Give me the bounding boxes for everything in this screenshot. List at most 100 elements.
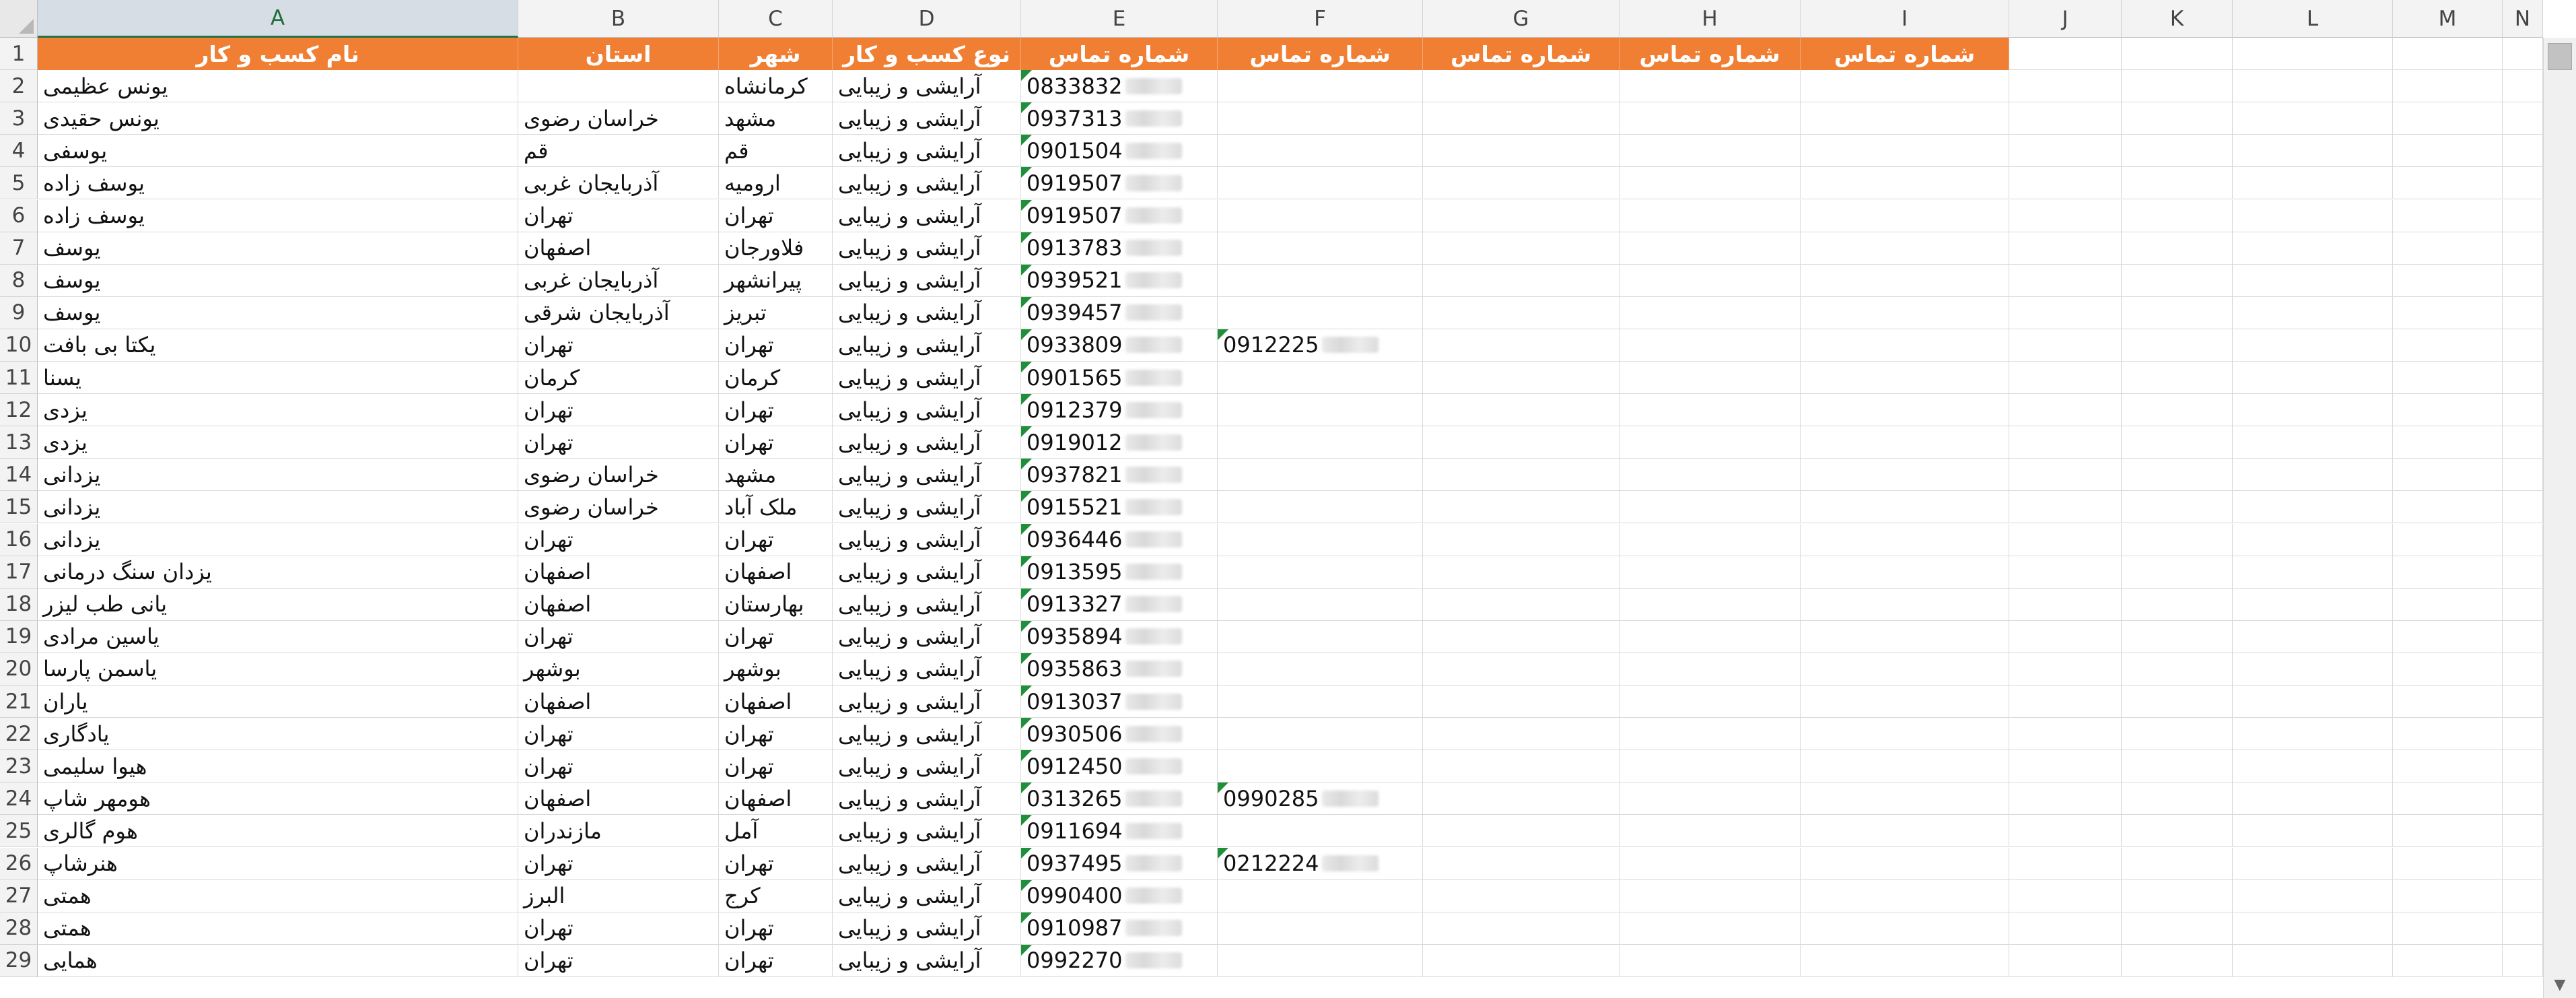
- grid-cell[interactable]: [1801, 102, 2009, 135]
- grid-cell[interactable]: [2393, 588, 2503, 621]
- cell-business-name[interactable]: یونس عظیمی: [38, 70, 518, 103]
- grid-cell[interactable]: [1423, 783, 1620, 816]
- grid-cell[interactable]: [2233, 264, 2393, 297]
- cell-phone[interactable]: 0901565: [1021, 362, 1218, 395]
- grid-cell[interactable]: [1620, 815, 1801, 848]
- grid-cell[interactable]: [2122, 783, 2233, 816]
- header-cell-city[interactable]: شهر: [719, 38, 833, 71]
- cell-province[interactable]: خراسان رضوی: [518, 491, 719, 524]
- grid-cell[interactable]: [2503, 944, 2543, 977]
- grid-cell[interactable]: [2122, 815, 2233, 848]
- header-cell-name[interactable]: نام کسب و کار: [38, 38, 518, 71]
- column-header-f[interactable]: F: [1218, 0, 1423, 38]
- column-header-m[interactable]: M: [2393, 0, 2503, 38]
- cell-phone-2[interactable]: [1218, 135, 1423, 168]
- grid-cell[interactable]: [2393, 102, 2503, 135]
- cell-business-type[interactable]: آرایشی و زیبایی: [833, 523, 1021, 556]
- cell-phone-2[interactable]: [1218, 620, 1423, 653]
- cell-city[interactable]: تهران: [719, 944, 833, 977]
- cell-business-type[interactable]: آرایشی و زیبایی: [833, 653, 1021, 686]
- grid-cell[interactable]: [1620, 329, 1801, 362]
- grid-cell[interactable]: [2122, 912, 2233, 945]
- grid-cell[interactable]: [2503, 38, 2543, 71]
- grid-cell[interactable]: [2009, 686, 2122, 719]
- grid-cell[interactable]: [2009, 426, 2122, 459]
- grid-cell[interactable]: [1423, 135, 1620, 168]
- grid-cell[interactable]: [2122, 620, 2233, 653]
- grid-cell[interactable]: [1620, 686, 1801, 719]
- cell-city[interactable]: فلاورجان: [719, 232, 833, 265]
- cell-phone-2[interactable]: [1218, 199, 1423, 232]
- grid-cell[interactable]: [1620, 394, 1801, 427]
- cell-business-name[interactable]: هومهر شاپ: [38, 783, 518, 816]
- cell-phone[interactable]: 0933809: [1021, 329, 1218, 362]
- grid-cell[interactable]: [2503, 879, 2543, 912]
- grid-cell[interactable]: [1620, 783, 1801, 816]
- grid-cell[interactable]: [1423, 588, 1620, 621]
- grid-cell[interactable]: [2009, 232, 2122, 265]
- cell-city[interactable]: ملک آباد: [719, 491, 833, 524]
- grid-cell[interactable]: [2393, 135, 2503, 168]
- grid-cell[interactable]: [2393, 620, 2503, 653]
- cell-business-name[interactable]: هیوا سلیمی: [38, 750, 518, 783]
- header-cell-business-type[interactable]: نوع کسب و کار: [833, 38, 1021, 71]
- grid-cell[interactable]: [1801, 588, 2009, 621]
- cell-city[interactable]: تهران: [719, 199, 833, 232]
- grid-cell[interactable]: [1620, 199, 1801, 232]
- grid-cell[interactable]: [1620, 879, 1801, 912]
- cell-phone-2[interactable]: [1218, 686, 1423, 719]
- grid-cell[interactable]: [1620, 491, 1801, 524]
- grid-cell[interactable]: [1620, 556, 1801, 589]
- cell-business-type[interactable]: آرایشی و زیبایی: [833, 167, 1021, 200]
- cell-business-type[interactable]: آرایشی و زیبایی: [833, 102, 1021, 135]
- row-header[interactable]: 11: [0, 362, 38, 395]
- cell-province[interactable]: تهران: [518, 199, 719, 232]
- grid-cell[interactable]: [2233, 329, 2393, 362]
- row-header[interactable]: 7: [0, 232, 38, 265]
- cell-city[interactable]: پیرانشهر: [719, 264, 833, 297]
- cell-phone[interactable]: 0935894: [1021, 620, 1218, 653]
- cell-phone[interactable]: 0937313: [1021, 102, 1218, 135]
- cell-city[interactable]: تهران: [719, 426, 833, 459]
- grid-cell[interactable]: [2009, 847, 2122, 880]
- grid-cell[interactable]: [2009, 523, 2122, 556]
- grid-cell[interactable]: [1801, 556, 2009, 589]
- grid-cell[interactable]: [2009, 135, 2122, 168]
- grid-cell[interactable]: [1801, 750, 2009, 783]
- cell-business-type[interactable]: آرایشی و زیبایی: [833, 750, 1021, 783]
- row-header[interactable]: 13: [0, 426, 38, 459]
- cell-phone[interactable]: 0901504: [1021, 135, 1218, 168]
- cell-business-type[interactable]: آرایشی و زیبایی: [833, 362, 1021, 395]
- cell-phone[interactable]: 0939457: [1021, 296, 1218, 329]
- cell-phone-2[interactable]: [1218, 426, 1423, 459]
- row-header[interactable]: 25: [0, 815, 38, 848]
- row-header[interactable]: 5: [0, 167, 38, 200]
- grid-cell[interactable]: [2393, 491, 2503, 524]
- cell-business-type[interactable]: آرایشی و زیبایی: [833, 815, 1021, 848]
- cell-city[interactable]: تهران: [719, 329, 833, 362]
- grid-cell[interactable]: [1801, 296, 2009, 329]
- cell-business-name[interactable]: یزدی: [38, 426, 518, 459]
- column-header-l[interactable]: L: [2233, 0, 2393, 38]
- grid-cell[interactable]: [2503, 686, 2543, 719]
- grid-cell[interactable]: [2503, 296, 2543, 329]
- cell-city[interactable]: کرمانشاه: [719, 70, 833, 103]
- cell-business-type[interactable]: آرایشی و زیبایی: [833, 718, 1021, 751]
- cell-business-type[interactable]: آرایشی و زیبایی: [833, 199, 1021, 232]
- grid-cell[interactable]: [1423, 296, 1620, 329]
- grid-cell[interactable]: [1620, 912, 1801, 945]
- grid-cell[interactable]: [2503, 491, 2543, 524]
- cell-phone-2[interactable]: [1218, 102, 1423, 135]
- cell-business-type[interactable]: آرایشی و زیبایی: [833, 426, 1021, 459]
- grid-cell[interactable]: [1620, 135, 1801, 168]
- cell-city[interactable]: بهارستان: [719, 588, 833, 621]
- grid-cell[interactable]: [1423, 199, 1620, 232]
- grid-cell[interactable]: [1801, 783, 2009, 816]
- grid-cell[interactable]: [1801, 329, 2009, 362]
- cell-business-name[interactable]: یوسفی: [38, 135, 518, 168]
- row-header[interactable]: 1: [0, 38, 38, 71]
- grid-cell[interactable]: [2122, 459, 2233, 492]
- cell-phone[interactable]: 0930506: [1021, 718, 1218, 751]
- grid-cell[interactable]: [1620, 944, 1801, 977]
- grid-cell[interactable]: [2122, 556, 2233, 589]
